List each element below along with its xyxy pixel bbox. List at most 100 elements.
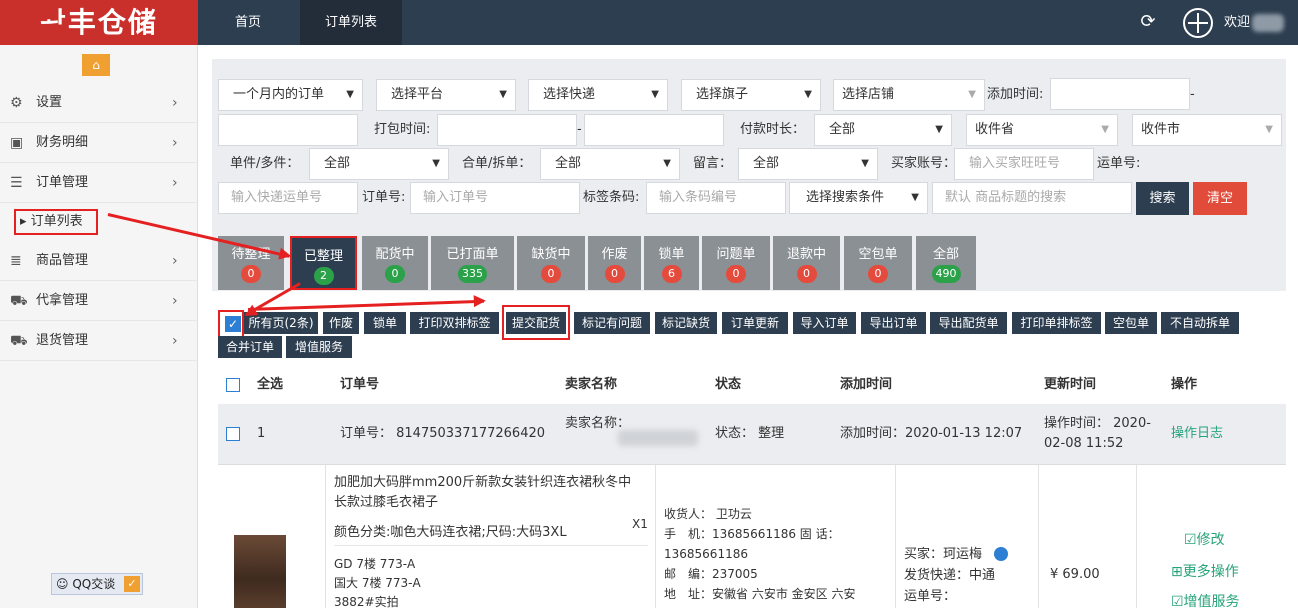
tab-label: 作废 bbox=[601, 247, 628, 262]
seller-blurred bbox=[618, 430, 698, 446]
message-select[interactable]: 全部 ▼ bbox=[738, 148, 878, 180]
sidebar-item-settings[interactable]: ⚙ 设置 › bbox=[0, 83, 198, 123]
pay-duration-select[interactable]: 全部 ▼ bbox=[814, 114, 952, 146]
export-allocation-button[interactable]: 导出配货单 bbox=[930, 312, 1007, 334]
status-tab-allocating[interactable]: 配货中 0 bbox=[362, 236, 428, 290]
lock-button[interactable]: 锁单 bbox=[364, 312, 406, 334]
status-tab-locked[interactable]: 锁单 6 bbox=[644, 236, 699, 290]
single-multi-select[interactable]: 全部 ▼ bbox=[309, 148, 449, 180]
qq-chat-button[interactable]: ☺ QQ交谈 ✓ bbox=[51, 573, 143, 595]
city-select[interactable]: 收件市 ▼ bbox=[1132, 114, 1282, 146]
sidebar-item-orders[interactable]: ☰ 订单管理 › bbox=[0, 163, 198, 203]
time-range-select[interactable]: 一个月内的订单 ▼ bbox=[218, 79, 363, 111]
status-tab-outofstock[interactable]: 缺货中 0 bbox=[517, 236, 585, 290]
tab-label: 已打面单 bbox=[446, 247, 499, 262]
more-actions-link[interactable]: ⊞更多操作 bbox=[1171, 563, 1239, 582]
clear-button[interactable]: 清空 bbox=[1193, 182, 1247, 215]
annotation-arrow bbox=[247, 299, 484, 311]
barcode-input[interactable]: 输入条码编号 bbox=[646, 182, 786, 214]
pack-time-start-input[interactable] bbox=[437, 114, 577, 146]
select-all-pages-checkbox[interactable]: ✓ bbox=[225, 316, 241, 332]
sidebar-item-returns[interactable]: ⛟ 退货管理 › bbox=[0, 321, 198, 361]
count-badge: 0 bbox=[541, 265, 561, 283]
row-checkbox[interactable] bbox=[226, 427, 240, 441]
chevron-right-icon: › bbox=[172, 253, 178, 269]
merge-orders-button[interactable]: 合并订单 bbox=[218, 336, 282, 358]
operation-log-link[interactable]: 操作日志 bbox=[1171, 425, 1223, 443]
count-badge: 2 bbox=[313, 267, 334, 285]
order-update-button[interactable]: 订单更新 bbox=[722, 312, 788, 334]
waybill-input[interactable]: 输入快递运单号 bbox=[218, 182, 358, 214]
search-button[interactable]: 搜索 bbox=[1136, 182, 1189, 215]
refresh-icon[interactable]: ⟳ bbox=[1138, 12, 1158, 32]
status-tab-refunding[interactable]: 退款中 0 bbox=[773, 236, 840, 290]
product-title[interactable]: 加肥加大码胖mm200斤新款女装针织连衣裙秋冬中 bbox=[334, 473, 631, 492]
add-time-start-input[interactable] bbox=[1050, 78, 1190, 110]
print-double-label-button[interactable]: 打印双排标签 bbox=[410, 312, 499, 334]
column-header: 全选 bbox=[257, 377, 284, 392]
avatar[interactable] bbox=[1183, 8, 1213, 38]
keyword-input[interactable]: 默认 商品标题的搜索 bbox=[932, 182, 1132, 214]
logo[interactable]: ᅪ丰仓储 bbox=[0, 0, 198, 45]
value-added-button[interactable]: 增值服务 bbox=[286, 336, 352, 358]
status-tab-void[interactable]: 作废 0 bbox=[588, 236, 641, 290]
pack-time-label: 打包时间: bbox=[374, 122, 431, 137]
sidebar-item-label: 代拿管理 bbox=[36, 293, 89, 308]
express-select[interactable]: 选择快递 ▼ bbox=[528, 79, 668, 111]
qq-icon: ☺ bbox=[56, 577, 69, 591]
status-tab-problem[interactable]: 问题单 0 bbox=[702, 236, 770, 290]
mark-problem-button[interactable]: 标记有问题 bbox=[574, 312, 650, 334]
chat-icon[interactable] bbox=[994, 547, 1008, 561]
top-navbar: ᅪ丰仓储 首页 订单列表 ⟳ 欢迎 bbox=[0, 0, 1298, 45]
flag-select[interactable]: 选择旗子 ▼ bbox=[681, 79, 821, 111]
status-tab-sorted[interactable]: 已整理 2 bbox=[290, 236, 357, 290]
order-label: 订单号: bbox=[362, 190, 406, 205]
nav-order-list[interactable]: 订单列表 bbox=[300, 0, 402, 45]
count-badge: 335 bbox=[458, 265, 487, 283]
buyer-input[interactable]: 输入买家旺旺号 bbox=[954, 148, 1094, 180]
mark-outofstock-button[interactable]: 标记缺货 bbox=[655, 312, 717, 334]
sidebar-item-finance[interactable]: ▣ 财务明细 › bbox=[0, 123, 198, 163]
single-multi-label: 单件/多件： bbox=[230, 156, 300, 171]
truck-icon: ⛟ bbox=[10, 333, 28, 349]
order-input[interactable]: 输入订单号 bbox=[410, 182, 580, 214]
print-single-label-button[interactable]: 打印单排标签 bbox=[1012, 312, 1101, 334]
tab-label: 配货中 bbox=[375, 247, 415, 262]
platform-select[interactable]: 选择平台 ▼ bbox=[376, 79, 516, 111]
update-time: 操作时间： 2020- bbox=[1044, 416, 1151, 431]
province-select[interactable]: 收件省 ▼ bbox=[966, 114, 1118, 146]
chevron-right-icon: › bbox=[172, 135, 178, 151]
modify-link[interactable]: ☑修改 bbox=[1184, 531, 1225, 550]
column-header: 状态 bbox=[715, 377, 742, 392]
merge-split-label: 合单/拆单： bbox=[462, 156, 532, 171]
sidebar-item-proxy[interactable]: ⛟ 代拿管理 › bbox=[0, 281, 198, 321]
pack-time-end-input[interactable] bbox=[584, 114, 724, 146]
status-tab-pending[interactable]: 待整理 0 bbox=[218, 236, 284, 290]
input-placeholder: 输入条码编号 bbox=[659, 190, 738, 205]
status-tab-empty[interactable]: 空包单 0 bbox=[844, 236, 912, 290]
update-time: 02-08 11:52 bbox=[1044, 436, 1124, 451]
nav-home[interactable]: 首页 bbox=[198, 0, 298, 45]
product-title: 长款过膝毛衣裙子 bbox=[334, 495, 439, 510]
storage-location: GD 7楼 773-A bbox=[334, 557, 416, 571]
add-time-end-input[interactable] bbox=[218, 114, 358, 146]
export-orders-button[interactable]: 导出订单 bbox=[861, 312, 926, 334]
product-image[interactable] bbox=[234, 535, 286, 608]
submit-allocation-button[interactable]: 提交配货 bbox=[506, 312, 566, 334]
column-header: 订单号 bbox=[340, 377, 380, 392]
sidebar-subitem-order-list[interactable]: ▸ 订单列表 bbox=[14, 209, 98, 235]
shop-select[interactable]: 选择店铺 ▼ bbox=[833, 79, 985, 111]
import-orders-button[interactable]: 导入订单 bbox=[793, 312, 856, 334]
empty-package-button[interactable]: 空包单 bbox=[1105, 312, 1157, 334]
value-added-link[interactable]: ☑增值服务 bbox=[1171, 593, 1240, 608]
select-all-checkbox[interactable] bbox=[226, 378, 240, 392]
input-placeholder: 输入买家旺旺号 bbox=[969, 156, 1061, 171]
void-button[interactable]: 作废 bbox=[323, 312, 359, 334]
search-condition-select[interactable]: 选择搜索条件 ▼ bbox=[789, 182, 928, 214]
sidebar-item-products[interactable]: ≣ 商品管理 › bbox=[0, 241, 198, 281]
home-icon[interactable]: ⌂ bbox=[82, 54, 110, 76]
merge-split-select[interactable]: 全部 ▼ bbox=[540, 148, 680, 180]
no-auto-split-button[interactable]: 不自动拆单 bbox=[1161, 312, 1239, 334]
status-tab-printed[interactable]: 已打面单 335 bbox=[431, 236, 514, 290]
status-tab-all[interactable]: 全部 490 bbox=[916, 236, 976, 290]
